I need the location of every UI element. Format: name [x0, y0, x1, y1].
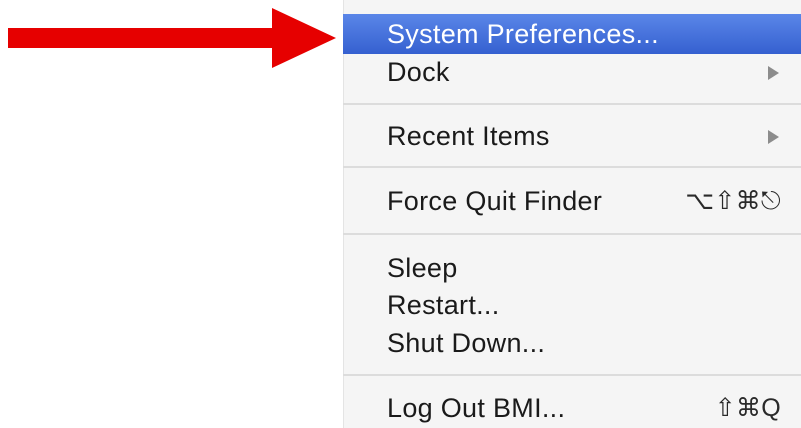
menu-separator: [343, 103, 801, 105]
menu-separator: [343, 233, 801, 235]
red-pointer-arrow-icon: [8, 8, 336, 68]
submenu-arrow-icon: [768, 129, 779, 144]
menu-separator: [343, 374, 801, 376]
menu-item-system-preferences[interactable]: System Preferences...: [343, 14, 801, 54]
menu-separator: [343, 166, 801, 168]
menu-item-label: Recent Items: [387, 120, 550, 151]
screenshot-stage: System Preferences... Dock Recent Items …: [0, 0, 801, 428]
submenu-arrow-icon: [768, 65, 779, 80]
menu-item-force-quit-finder[interactable]: Force Quit Finder ⌥⇧⌘⎋: [343, 181, 801, 221]
menu-item-dock[interactable]: Dock: [343, 52, 801, 92]
menu-item-label: System Preferences...: [387, 18, 659, 49]
menu-item-label: Restart...: [387, 289, 500, 320]
keyboard-shortcut: ⇧⌘Q: [714, 394, 781, 422]
menu-item-recent-items[interactable]: Recent Items: [343, 116, 801, 156]
menu-item-label: Force Quit Finder: [387, 185, 603, 216]
menu-item-log-out[interactable]: Log Out BMI... ⇧⌘Q: [343, 388, 801, 428]
arrow-shape: [8, 8, 336, 68]
menu-item-label: Dock: [387, 56, 450, 87]
menu-item-shut-down[interactable]: Shut Down...: [343, 323, 801, 363]
menu-item-sleep[interactable]: Sleep: [343, 248, 801, 288]
menu-item-restart[interactable]: Restart...: [343, 285, 801, 325]
menu-item-label: Log Out BMI...: [387, 392, 566, 423]
menu-item-label: Sleep: [387, 252, 458, 283]
menu-item-label: Shut Down...: [387, 327, 546, 358]
keyboard-shortcut: ⌥⇧⌘⎋: [685, 187, 781, 215]
apple-menu: System Preferences... Dock Recent Items …: [343, 0, 801, 428]
